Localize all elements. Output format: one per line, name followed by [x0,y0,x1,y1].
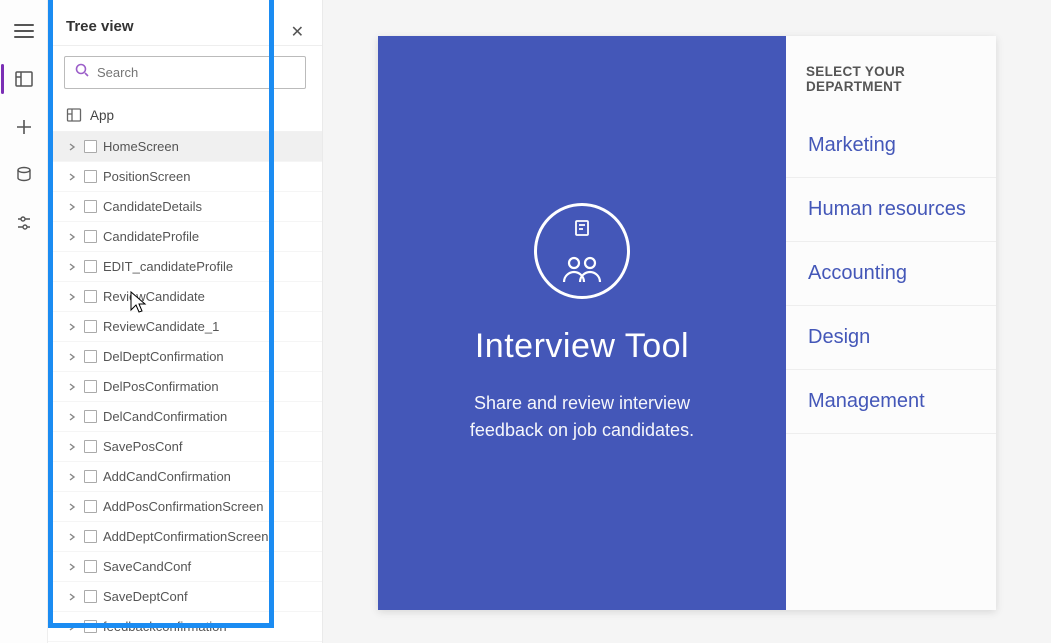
screen-icon [84,350,97,363]
screen-icon [84,620,97,633]
screen-icon [84,380,97,393]
tree-item-label: CandidateDetails [103,199,310,214]
search-input[interactable] [97,65,295,80]
screen-icon [84,590,97,603]
screen-icon [84,410,97,423]
tree-item-label: SavePosConf [103,439,310,454]
screen-icon [84,470,97,483]
tree-item[interactable]: CandidateDetails [48,192,322,222]
tree-item-label: CandidateProfile [103,229,310,244]
tree-item-label: EDIT_candidateProfile [103,259,310,274]
data-icon[interactable] [13,164,35,186]
search-icon [75,63,89,82]
tree-item[interactable]: feedbackconfirmation [48,612,322,642]
tree-item[interactable]: AddPosConfirmationScreen [48,492,322,522]
menu-icon[interactable] [13,20,35,42]
department-item[interactable]: Management [786,370,996,434]
screen-icon [84,260,97,273]
screen-icon [84,320,97,333]
screen-icon [84,200,97,213]
tree-item[interactable]: SaveDeptConf [48,582,322,612]
screen-icon [84,500,97,513]
screen-icon [84,560,97,573]
tree-item-label: SaveCandConf [103,559,310,574]
tree-item-label: DelDeptConfirmation [103,349,310,364]
tree-item[interactable]: DelCandConfirmation [48,402,322,432]
chevron-right-icon[interactable] [66,561,78,573]
chevron-right-icon[interactable] [66,531,78,543]
chevron-right-icon[interactable] [66,171,78,183]
tree-item-label: DelPosConfirmation [103,379,310,394]
settings-icon[interactable] [13,212,35,234]
department-item[interactable]: Human resources [786,178,996,242]
close-panel-button[interactable]: ✕ [287,18,308,46]
chevron-right-icon[interactable] [66,141,78,153]
app-logo-icon [534,203,630,299]
tree-item[interactable]: SaveCandConf [48,552,322,582]
tree-item-label: feedbackconfirmation [103,619,310,634]
tree-item[interactable]: DelDeptConfirmation [48,342,322,372]
search-input-wrap[interactable] [64,56,306,89]
chevron-right-icon[interactable] [66,501,78,513]
chevron-right-icon[interactable] [66,201,78,213]
tree-item[interactable]: DelPosConfirmation [48,372,322,402]
tree-item[interactable]: CandidateProfile [48,222,322,252]
panel-title: Tree view [66,18,134,35]
tree-item-label: AddDeptConfirmationScreen [103,529,310,544]
left-rail [0,0,48,643]
tree-panel: ✕ Tree view App HomeScreen··· PositionScr… [48,0,323,643]
tree-item-label: ReviewCandidate_1 [103,319,310,334]
department-item[interactable]: Design [786,306,996,370]
tree-item[interactable]: AddDeptConfirmationScreen [48,522,322,552]
tree-item[interactable]: ReviewCandidate_1 [48,312,322,342]
department-list: SELECT YOUR DEPARTMENT MarketingHuman re… [786,36,996,610]
tree-item-label: ReviewCandidate [103,289,310,304]
tree-item[interactable]: ReviewCandidate··· [48,282,322,312]
canvas: Interview Tool Share and review intervie… [323,0,1051,643]
chevron-right-icon[interactable] [66,591,78,603]
tree-item-label: AddCandConfirmation [103,469,310,484]
chevron-right-icon[interactable] [66,411,78,423]
app-icon [66,107,82,123]
tree-list: App HomeScreen··· PositionScreen Candidate… [48,95,322,643]
app-root-label: App [90,108,114,123]
chevron-right-icon[interactable] [66,471,78,483]
screen-icon [84,170,97,183]
tree-item[interactable]: HomeScreen··· [48,132,322,162]
chevron-right-icon[interactable] [66,231,78,243]
preview-title: Interview Tool [475,327,689,366]
screen-icon [84,440,97,453]
chevron-right-icon[interactable] [66,621,78,633]
tree-item-label: AddPosConfirmationScreen [103,499,310,514]
tree-item-label: DelCandConfirmation [103,409,310,424]
screen-icon [84,230,97,243]
screen-icon [84,290,97,303]
chevron-right-icon[interactable] [66,261,78,273]
tree-item[interactable]: AddCandConfirmation [48,462,322,492]
department-item[interactable]: Marketing [786,114,996,178]
tree-item-label: SaveDeptConf [103,589,310,604]
tree-item[interactable]: PositionScreen [48,162,322,192]
screen-icon [84,140,97,153]
insert-icon[interactable] [13,116,35,138]
chevron-right-icon[interactable] [66,441,78,453]
chevron-right-icon[interactable] [66,351,78,363]
app-preview: Interview Tool Share and review intervie… [378,36,996,610]
screen-icon [84,530,97,543]
department-item[interactable]: Accounting [786,242,996,306]
tree-item-label: PositionScreen [103,169,310,184]
splash-panel: Interview Tool Share and review intervie… [378,36,786,610]
tree-item-label: HomeScreen [103,139,310,154]
tree-item[interactable]: EDIT_candidateProfile [48,252,322,282]
tree-item[interactable]: SavePosConf [48,432,322,462]
department-header: SELECT YOUR DEPARTMENT [786,36,996,114]
tree-view-icon[interactable] [13,68,35,90]
preview-subtitle: Share and review interview feedback on j… [442,390,722,442]
chevron-right-icon[interactable] [66,291,78,303]
app-root-item[interactable]: App [48,99,322,132]
chevron-right-icon[interactable] [66,381,78,393]
chevron-right-icon[interactable] [66,321,78,333]
